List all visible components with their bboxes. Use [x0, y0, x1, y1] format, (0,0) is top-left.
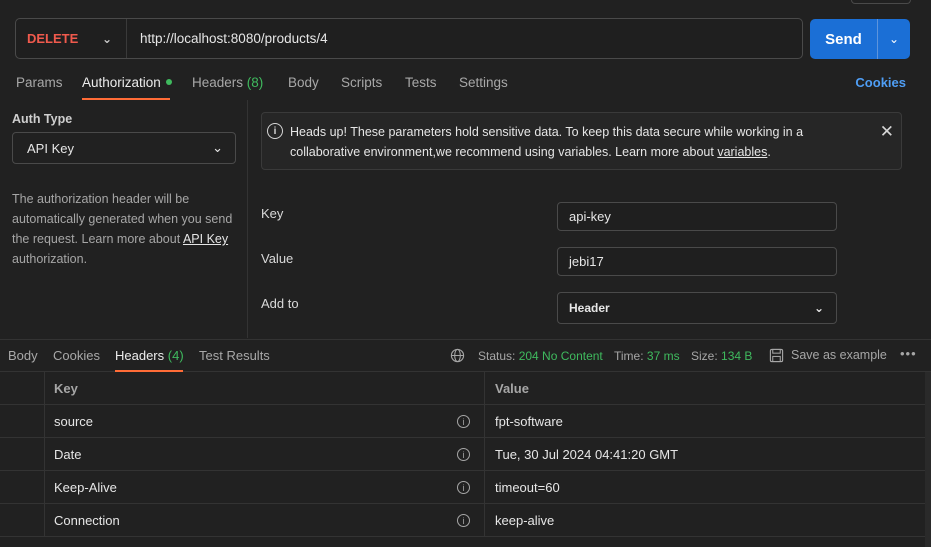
- info-icon[interactable]: i: [457, 415, 470, 428]
- header-value: timeout=60: [495, 479, 560, 495]
- method-label: DELETE: [27, 31, 79, 46]
- tab-headers[interactable]: Headers (8): [192, 75, 263, 90]
- request-bar: DELETE ⌄ http://localhost:8080/products/…: [15, 18, 803, 59]
- cookies-link[interactable]: Cookies: [855, 75, 906, 90]
- response-tab-headers[interactable]: Headers (4): [115, 348, 184, 363]
- header-value: keep-alive: [495, 512, 555, 528]
- tab-params[interactable]: Params: [16, 75, 63, 90]
- url-input[interactable]: http://localhost:8080/products/4: [127, 31, 328, 46]
- status-readout: Status: 204 No Content: [478, 349, 603, 363]
- request-tabs: Params Authorization Headers (8) Body Sc…: [0, 74, 931, 100]
- response-bar: Body Cookies Headers (4) Test Results St…: [0, 339, 931, 372]
- response-headers-table: Key Value source i fpt-software Date i Tue…: [0, 372, 925, 537]
- time-value: 37 ms: [646, 349, 680, 363]
- chevron-down-icon: ⌄: [212, 140, 223, 155]
- more-options-icon[interactable]: •••: [900, 346, 917, 361]
- response-tab-cookies[interactable]: Cookies: [53, 348, 100, 363]
- add-to-value: Header: [569, 301, 610, 315]
- table-row: Connection i keep-alive: [0, 504, 925, 537]
- send-button-group: Send ⌄: [810, 19, 910, 59]
- size-value: 134 B: [721, 349, 753, 363]
- close-icon[interactable]: ✕: [880, 123, 894, 140]
- time-readout: Time: 37 ms: [614, 349, 680, 363]
- table-row: Date i Tue, 30 Jul 2024 04:41:20 GMT: [0, 438, 925, 471]
- status-value: 204 No Content: [518, 349, 603, 363]
- size-readout: Size: 134 B: [691, 349, 753, 363]
- column-header-key: Key: [45, 372, 485, 404]
- top-toolbar-button-stub[interactable]: [851, 0, 911, 4]
- tab-authorization[interactable]: Authorization: [82, 75, 172, 90]
- auth-type-pane: Auth Type API Key ⌄ The authorization he…: [0, 100, 248, 338]
- response-tab-test-results[interactable]: Test Results: [199, 348, 270, 363]
- tab-settings[interactable]: Settings: [459, 75, 508, 90]
- table-row: source i fpt-software: [0, 405, 925, 438]
- auth-type-label: Auth Type: [12, 112, 73, 126]
- chevron-down-icon: ⌄: [813, 301, 824, 315]
- method-select[interactable]: DELETE ⌄: [16, 19, 127, 58]
- auth-type-value: API Key: [27, 140, 74, 156]
- banner-text: Heads up! These parameters hold sensitiv…: [290, 125, 804, 159]
- info-icon[interactable]: i: [457, 481, 470, 494]
- api-key-docs-link[interactable]: API Key: [183, 232, 228, 246]
- save-icon[interactable]: [769, 348, 784, 363]
- scrollbar[interactable]: [925, 372, 931, 547]
- header-key: Date: [54, 446, 82, 462]
- tab-scripts[interactable]: Scripts: [341, 75, 382, 90]
- send-button[interactable]: Send: [810, 19, 877, 59]
- table-row: Keep-Alive i timeout=60: [0, 471, 925, 504]
- key-input[interactable]: api-key: [557, 202, 837, 231]
- add-to-label: Add to: [261, 296, 299, 311]
- header-key: source: [54, 413, 94, 429]
- send-options-chevron-icon[interactable]: ⌄: [878, 19, 910, 59]
- auth-description: The authorization header will be automat…: [12, 192, 233, 266]
- header-value: Tue, 30 Jul 2024 04:41:20 GMT: [495, 446, 679, 462]
- key-label: Key: [261, 206, 284, 221]
- column-header-value: Value: [495, 380, 529, 396]
- value-label: Value: [261, 251, 294, 266]
- active-dot-icon: [165, 79, 172, 86]
- tab-body[interactable]: Body: [288, 75, 319, 90]
- sensitive-data-banner: i Heads up! These parameters hold sensit…: [261, 112, 902, 170]
- value-input[interactable]: jebi17: [557, 247, 837, 276]
- header-key: Keep-Alive: [54, 479, 117, 495]
- auth-type-select[interactable]: API Key ⌄: [12, 132, 236, 164]
- chevron-down-icon: ⌄: [101, 31, 112, 46]
- info-icon[interactable]: i: [457, 448, 470, 461]
- add-to-select[interactable]: Header ⌄: [557, 292, 837, 324]
- variables-link[interactable]: variables: [717, 145, 767, 159]
- header-key: Connection: [54, 512, 120, 528]
- info-icon: i: [267, 123, 283, 139]
- tab-tests[interactable]: Tests: [405, 75, 437, 90]
- globe-icon[interactable]: [450, 348, 465, 363]
- header-value: fpt-software: [495, 413, 563, 429]
- info-icon[interactable]: i: [457, 514, 470, 527]
- save-as-example-button[interactable]: Save as example: [791, 348, 887, 362]
- table-header-row: Key Value: [0, 372, 925, 405]
- response-tab-body[interactable]: Body: [8, 348, 38, 363]
